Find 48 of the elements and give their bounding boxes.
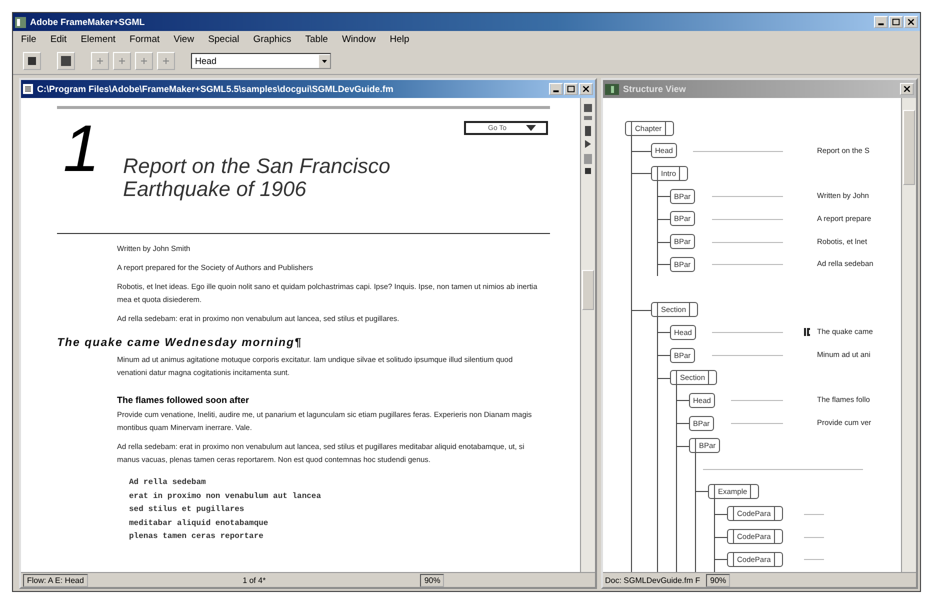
scroll-thumb[interactable] xyxy=(903,110,915,185)
window-title: Adobe FrameMaker+SGML xyxy=(30,17,146,27)
scroll-thumb[interactable] xyxy=(582,270,594,310)
subsection-heading: The flames followed soon after xyxy=(117,395,250,405)
minimize-icon[interactable] xyxy=(874,16,888,28)
menu-item[interactable]: Help xyxy=(390,34,410,45)
plus-icon xyxy=(117,56,127,66)
toolbar-button[interactable] xyxy=(57,52,75,70)
plus-icon xyxy=(95,56,105,66)
dropdown-arrow-icon xyxy=(526,125,536,131)
close-icon[interactable] xyxy=(904,16,918,28)
code-line: erat in proximo non venabulum aut lancea xyxy=(129,490,322,502)
menu-item[interactable]: Window xyxy=(342,34,376,45)
close-icon[interactable] xyxy=(579,83,593,95)
page-status: 1 of 4* xyxy=(242,576,266,584)
document-icon xyxy=(23,84,33,94)
menu-item[interactable]: Graphics xyxy=(253,34,292,45)
structure-icon xyxy=(605,84,619,94)
document-status: Doc: SGMLDevGuide.fm F xyxy=(605,576,700,584)
menu-item[interactable]: Special xyxy=(208,34,240,45)
section-heading: The quake came Wednesday morning¶ xyxy=(57,337,303,349)
minimize-icon[interactable] xyxy=(549,83,563,95)
menu-item[interactable]: Table xyxy=(305,34,328,45)
plus-icon xyxy=(139,56,149,66)
flow-status: Flow: A E: Head xyxy=(23,574,88,586)
menu-item[interactable]: Format xyxy=(130,34,160,45)
code-line: sed stilus et pugillares xyxy=(129,504,246,516)
chapter-number: 1 xyxy=(63,115,101,181)
maximize-icon[interactable] xyxy=(564,83,578,95)
code-line: Ad rella sedebam xyxy=(129,477,207,489)
maximize-icon[interactable] xyxy=(889,16,903,28)
zoom-field[interactable]: 90% xyxy=(706,574,730,586)
app-icon xyxy=(15,16,26,28)
square-icon xyxy=(27,56,37,66)
plus-icon xyxy=(161,56,171,66)
paragraph-tag-field[interactable]: Head xyxy=(191,53,331,69)
chapter-title: Report on the San Francisco Earthquake of 1906 xyxy=(123,155,392,202)
square-icon xyxy=(61,56,71,66)
menu-item[interactable]: Element xyxy=(80,34,116,45)
document-title: C:\Program Files\Adobe\FrameMaker+SGML5.5\samples\docgui\SGMLDevGuide.fm xyxy=(37,84,394,94)
window-title: Structure View xyxy=(623,84,687,94)
zoom-field[interactable]: 90% xyxy=(420,574,444,586)
menu-item[interactable]: View xyxy=(174,34,194,45)
code-line: plenas tamen ceras reportare xyxy=(129,531,264,543)
code-line: meditabar aliquid enotabamque xyxy=(129,518,270,530)
menu-item[interactable]: File xyxy=(21,34,36,45)
toolbar-button[interactable] xyxy=(23,52,41,70)
menu-item[interactable]: Edit xyxy=(50,34,67,45)
